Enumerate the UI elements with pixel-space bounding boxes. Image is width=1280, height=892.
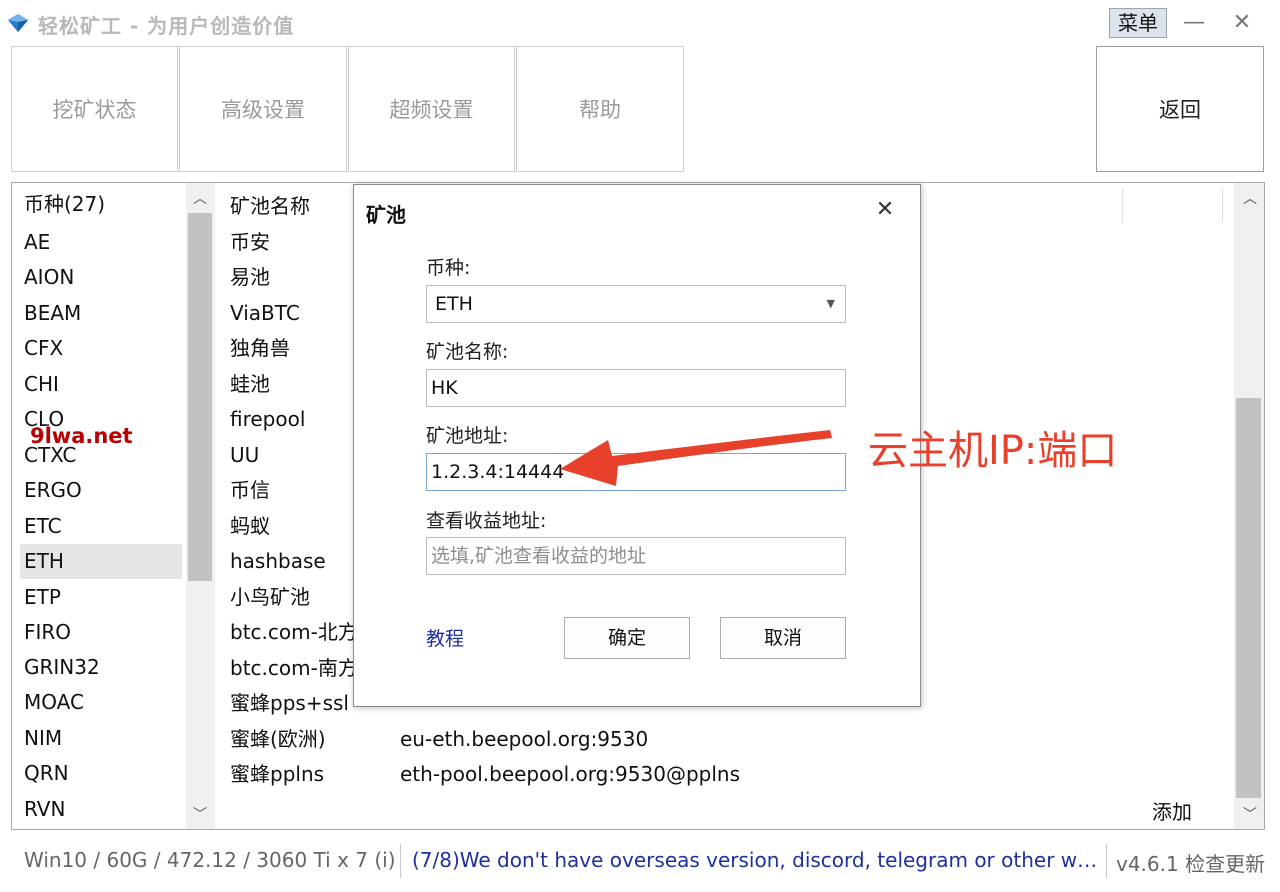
coin-select-value: ETH xyxy=(435,293,473,315)
pool-address: eu-eth.beepool.org:9530 xyxy=(400,727,649,751)
annotation-text: 云主机IP:端口 xyxy=(868,428,1118,474)
list-item[interactable]: QRN xyxy=(20,756,182,791)
pool-name: 币安 xyxy=(230,230,270,254)
close-icon[interactable]: ✕ xyxy=(872,197,898,222)
coin-select[interactable]: ETH ▼ xyxy=(426,285,846,323)
dialog-title: 矿池 xyxy=(366,203,406,227)
pool-name: 蚂蚁 xyxy=(230,514,270,538)
list-item[interactable]: AE xyxy=(20,225,182,260)
pool-dialog: 矿池 ✕ 币种: ETH ▼ 矿池名称: 矿池地址: 查看收益地址: 教程 确定… xyxy=(353,184,921,707)
diamond-app-icon xyxy=(8,14,28,32)
pool-address-input[interactable] xyxy=(426,453,846,491)
pool-name: 蜜蜂(欧洲) xyxy=(230,727,326,751)
pool-name: firepool xyxy=(230,407,306,431)
system-info[interactable]: Win10 / 60G / 472.12 / 3060 Ti x 7 (i) xyxy=(24,848,396,872)
list-item[interactable]: MOAC xyxy=(20,685,182,720)
pool-name: 币信 xyxy=(230,478,270,502)
list-item[interactable]: CHI xyxy=(20,367,182,402)
column-divider xyxy=(1122,188,1123,222)
pool-table-scroll-thumb[interactable] xyxy=(1236,398,1261,798)
list-item-selected[interactable]: ETH xyxy=(20,544,182,579)
pool-name: hashbase xyxy=(230,549,326,573)
pool-name-input[interactable] xyxy=(426,369,846,407)
pool-name: btc.com-北方 xyxy=(230,620,358,644)
coin-label: 币种: xyxy=(426,257,471,279)
earnings-address-label: 查看收益地址: xyxy=(426,510,547,532)
list-item[interactable]: NIM xyxy=(20,721,182,756)
status-message[interactable]: (7/8)We don't have overseas version, dis… xyxy=(412,848,1100,872)
pool-name: UU xyxy=(230,443,260,467)
list-item[interactable]: FIRO xyxy=(20,615,182,650)
pool-name: 蛙池 xyxy=(230,372,270,396)
ok-button[interactable]: 确定 xyxy=(564,617,690,659)
scroll-down-icon[interactable]: ﹀ xyxy=(188,802,212,828)
list-item[interactable]: RVN xyxy=(20,792,182,827)
list-item[interactable]: ERGO xyxy=(20,473,182,508)
list-item[interactable]: BEAM xyxy=(20,296,182,331)
pool-name-label: 矿池名称: xyxy=(426,341,509,363)
status-divider xyxy=(400,844,401,878)
version-check-update[interactable]: v4.6.1 检查更新 xyxy=(1116,848,1265,877)
add-pool-button[interactable]: 添加 xyxy=(1152,796,1192,825)
pool-name: 小鸟矿池 xyxy=(230,585,310,609)
tab-help[interactable]: 帮助 xyxy=(516,46,684,172)
pool-name: btc.com-南方 xyxy=(230,656,358,680)
pool-name: ViaBTC xyxy=(230,301,300,325)
pool-address: eth-pool.beepool.org:9530@pplns xyxy=(400,762,740,786)
scroll-down-icon[interactable]: ﹀ xyxy=(1238,802,1262,828)
table-row[interactable]: 蜜蜂pplns eth-pool.beepool.org:9530@pplns xyxy=(230,757,1130,792)
back-button[interactable]: 返回 xyxy=(1096,46,1264,172)
cancel-button[interactable]: 取消 xyxy=(720,617,846,659)
pool-name: 易池 xyxy=(230,265,270,289)
tab-mining-status[interactable]: 挖矿状态 xyxy=(11,46,178,172)
scroll-up-icon[interactable]: ︿ xyxy=(1238,186,1262,212)
column-divider xyxy=(1222,188,1223,222)
menu-button[interactable]: 菜单 xyxy=(1109,8,1167,38)
list-item[interactable]: GRIN32 xyxy=(20,650,182,685)
minimize-icon[interactable]: — xyxy=(1176,8,1212,38)
pool-name: 独角兽 xyxy=(230,336,290,360)
pool-name: 蜜蜂pplns xyxy=(230,762,325,786)
window-title: 轻松矿工 - 为用户创造价值 xyxy=(38,14,295,38)
earnings-address-input[interactable] xyxy=(426,537,846,575)
list-item[interactable]: ETP xyxy=(20,580,182,615)
status-divider xyxy=(1106,844,1107,878)
pool-name-column-header[interactable]: 矿池名称 xyxy=(230,190,310,219)
tab-advanced-settings[interactable]: 高级设置 xyxy=(179,46,347,172)
status-bar: Win10 / 60G / 472.12 / 3060 Ti x 7 (i) (… xyxy=(0,836,1280,892)
coin-list-header: 币种(27) xyxy=(24,192,106,216)
watermark: 9lwa.net xyxy=(30,424,133,448)
scroll-up-icon[interactable]: ︿ xyxy=(188,186,212,212)
list-item[interactable]: AION xyxy=(20,260,182,295)
table-row[interactable]: 蜜蜂(欧洲) eu-eth.beepool.org:9530 xyxy=(230,722,1130,757)
coin-list[interactable]: 币种(27) AE AION BEAM CFX CHI CLO CTXC ERG… xyxy=(12,183,215,829)
tutorial-link[interactable]: 教程 xyxy=(426,624,464,651)
pool-address-label: 矿池地址: xyxy=(426,425,509,447)
pool-name: 蜜蜂pps+ssl xyxy=(230,691,349,715)
coin-list-scroll-thumb[interactable] xyxy=(188,213,212,581)
list-item[interactable]: ETC xyxy=(20,509,182,544)
tab-overclock-settings[interactable]: 超频设置 xyxy=(348,46,515,172)
title-bar: 轻松矿工 - 为用户创造价值 菜单 — ✕ xyxy=(0,0,1280,46)
chevron-down-icon: ▼ xyxy=(826,297,835,310)
list-item[interactable]: CFX xyxy=(20,331,182,366)
close-icon[interactable]: ✕ xyxy=(1224,8,1260,38)
